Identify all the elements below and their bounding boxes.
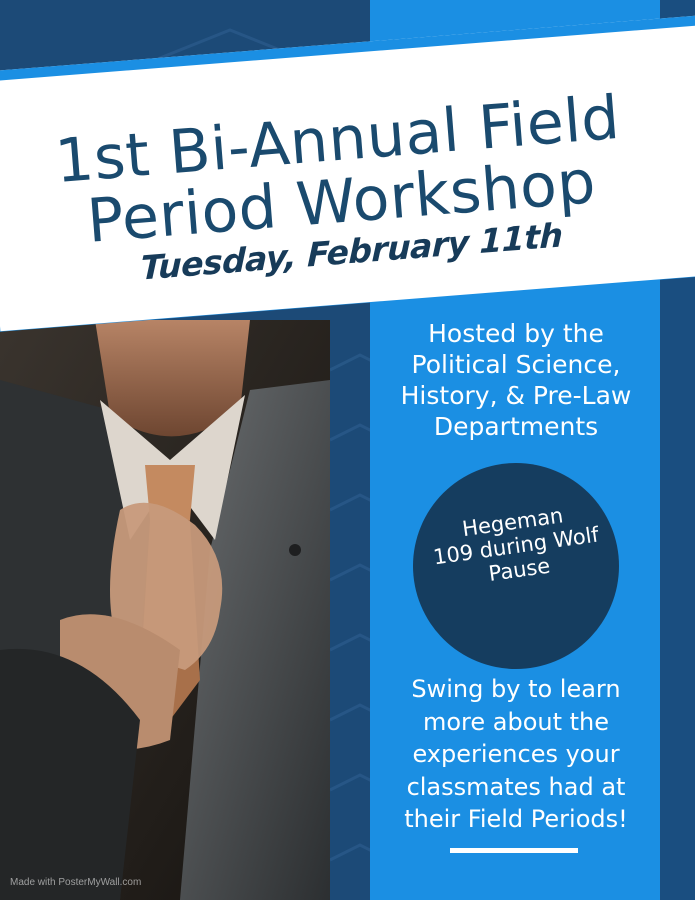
hosted-line: Political Science, xyxy=(411,350,621,379)
hosted-line: Hosted by the xyxy=(428,319,604,348)
description-text: Swing by to learn more about the experie… xyxy=(372,673,660,836)
photo-man-adjusting-tie xyxy=(0,320,330,900)
poster: 1st Bi-Annual Field Period Workshop Tues… xyxy=(0,0,695,900)
description-line: Swing by to learn xyxy=(411,675,621,703)
hosted-line: Departments xyxy=(433,412,599,441)
hosted-by-text: Hosted by the Political Science, History… xyxy=(372,318,660,442)
watermark: Made with PosterMyWall.com xyxy=(10,877,142,888)
description-line: more about the xyxy=(422,707,610,736)
decorative-underline xyxy=(450,848,578,853)
description-line: classmates had at xyxy=(406,772,626,801)
description-line: their Field Periods! xyxy=(404,805,628,833)
hosted-line: History, & Pre-Law xyxy=(400,381,632,410)
description-line: experiences your xyxy=(412,740,620,768)
photo-illustration xyxy=(0,320,330,900)
